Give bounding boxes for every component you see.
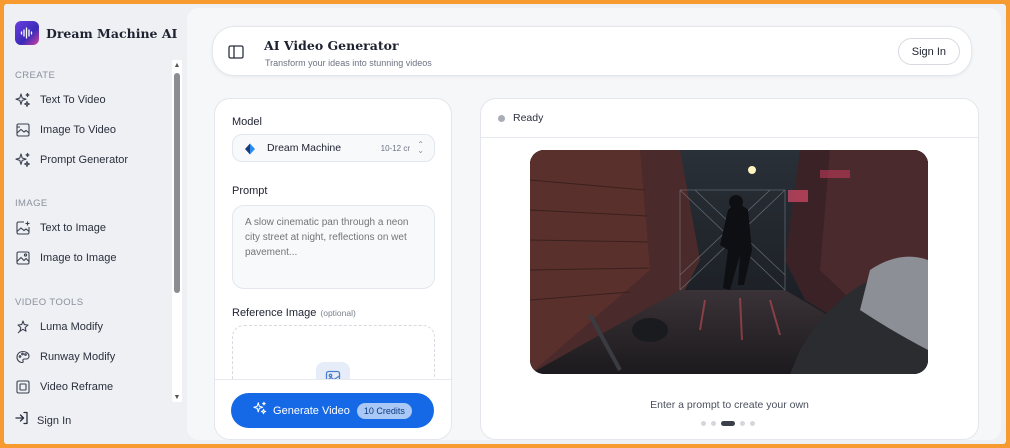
preview-panel: Ready Enter a prompt to create your own <box>480 98 979 440</box>
carousel-dot[interactable] <box>740 421 745 426</box>
header-sign-in-button[interactable]: Sign In <box>897 38 960 65</box>
preview-caption: Enter a prompt to create your own <box>650 399 809 411</box>
status-text: Ready <box>513 112 544 124</box>
status-dot <box>498 114 505 122</box>
sample-video-preview[interactable] <box>530 150 928 374</box>
carousel-dot[interactable] <box>701 421 706 426</box>
page-subtitle: Transform your ideas into stunning video… <box>265 58 432 68</box>
sparkles-icon <box>253 401 267 420</box>
carousel-indicator[interactable] <box>701 421 760 426</box>
sidebar-scrollbar[interactable]: ▲ ▼ <box>172 60 182 402</box>
carousel-dot[interactable] <box>711 421 716 426</box>
section-title-video-tools: VIDEO TOOLS <box>15 297 84 308</box>
dream-machine-model-icon <box>244 142 256 155</box>
video-still-image <box>530 150 928 374</box>
model-select[interactable]: Dream Machine 10-12 cr ⌃ ⌄ <box>232 134 435 162</box>
nav-label: Runway Modify <box>40 351 116 363</box>
model-name: Dream Machine <box>267 142 342 154</box>
section-title-image: IMAGE <box>15 198 48 209</box>
sidebar-sign-in[interactable]: Sign In <box>14 410 71 431</box>
nav-label: Image To Video <box>40 124 117 136</box>
nav-text-to-image[interactable]: Text to Image <box>14 215 164 241</box>
sign-in-icon <box>14 410 30 431</box>
status-indicator: Ready <box>498 112 543 124</box>
prompt-input[interactable] <box>232 205 435 289</box>
page-title: AI Video Generator <box>264 38 399 53</box>
reference-image-label-text: Reference Image <box>232 307 317 319</box>
nav-runway-modify[interactable]: Runway Modify <box>14 344 164 370</box>
nav-label: Luma Modify <box>40 321 103 333</box>
sparkles-icon <box>14 151 32 169</box>
sidebar: Dream Machine AI CREATE Text To Video Im… <box>4 4 187 444</box>
prompt-label: Prompt <box>232 185 268 197</box>
generate-video-button[interactable]: Generate Video 10 Credits <box>231 393 434 428</box>
sidebar-sign-in-label: Sign In <box>37 414 72 427</box>
palette-icon <box>14 348 32 366</box>
scroll-up-arrow-icon[interactable]: ▲ <box>172 60 182 70</box>
sparkles-icon <box>14 91 32 109</box>
nav-text-to-video[interactable]: Text To Video <box>14 87 164 113</box>
main-content: AI Video Generator Transform your ideas … <box>187 8 1001 440</box>
nav-image-to-video[interactable]: Image To Video <box>14 117 164 143</box>
model-credits: 10-12 cr <box>380 143 410 153</box>
app-window: Dream Machine AI CREATE Text To Video Im… <box>4 4 1006 444</box>
nav-video-reframe[interactable]: Video Reframe <box>14 374 164 400</box>
nav-prompt-generator[interactable]: Prompt Generator <box>14 147 164 173</box>
model-label: Model <box>232 116 262 128</box>
brand[interactable]: Dream Machine AI <box>15 21 177 45</box>
nav-label: Text to Image <box>40 222 107 234</box>
reference-image-label: Reference Image (optional) <box>232 307 356 319</box>
optional-tag: (optional) <box>320 308 356 318</box>
section-title-create: CREATE <box>15 70 56 81</box>
generator-form: Model Dream Machine 10-12 cr ⌃⌄ Prompt R… <box>214 98 452 440</box>
image-icon <box>14 249 32 267</box>
carousel-dot-active[interactable] <box>721 421 735 426</box>
image-plus-icon <box>14 219 32 237</box>
divider <box>481 137 978 138</box>
generate-bar: Generate Video 10 Credits <box>215 379 451 439</box>
carousel-dot[interactable] <box>750 421 755 426</box>
nav-image-to-image[interactable]: Image to Image <box>14 245 164 271</box>
scrollbar-thumb[interactable] <box>174 73 180 293</box>
brand-logo-icon <box>15 21 39 45</box>
image-frame-icon <box>14 121 32 139</box>
generate-video-label: Generate Video <box>273 404 350 417</box>
top-header: AI Video Generator Transform your ideas … <box>212 26 972 76</box>
nav-luma-modify[interactable]: Luma Modify <box>14 314 164 340</box>
nav-label: Image to Image <box>40 252 117 264</box>
sidebar-toggle-icon[interactable] <box>227 43 245 61</box>
reframe-icon <box>14 378 32 396</box>
nav-label: Prompt Generator <box>40 154 129 166</box>
wand-icon <box>14 318 32 336</box>
brand-name: Dream Machine AI <box>46 25 178 41</box>
nav-label: Text To Video <box>40 94 106 106</box>
credits-badge: 10 Credits <box>356 402 412 419</box>
nav-label: Video Reframe <box>40 381 114 393</box>
scroll-down-arrow-icon[interactable]: ▼ <box>172 392 182 402</box>
chevron-up-down-icon: ⌃ ⌄ <box>417 140 424 155</box>
